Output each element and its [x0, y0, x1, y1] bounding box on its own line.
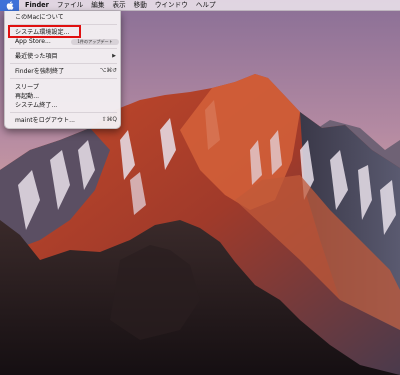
- keyboard-shortcut: ⇧⌘Q: [101, 117, 117, 123]
- menu-item-label: システム終了...: [15, 102, 58, 109]
- annotation-highlight-box: [8, 25, 81, 38]
- menu-go[interactable]: 移動: [130, 0, 151, 11]
- menu-item-sleep[interactable]: スリープ: [5, 83, 122, 92]
- menu-item-label: maintをログアウト...: [15, 117, 75, 124]
- menu-item-label: Finderを強制終了: [15, 68, 65, 75]
- menu-file[interactable]: ファイル: [53, 0, 87, 11]
- menu-help[interactable]: ヘルプ: [192, 0, 220, 11]
- menu-edit[interactable]: 編集: [87, 0, 108, 11]
- menu-separator: [10, 112, 117, 113]
- menu-item-label: 再起動...: [15, 93, 40, 100]
- menu-separator: [10, 78, 117, 79]
- menu-item-label: このMacについて: [15, 14, 64, 21]
- menu-item-about-this-mac[interactable]: このMacについて: [5, 13, 122, 22]
- submenu-arrow-icon: ▶: [112, 53, 116, 59]
- update-badge: 1件のアップデート: [71, 38, 119, 45]
- menu-view[interactable]: 表示: [108, 0, 129, 11]
- menu-item-label: スリープ: [15, 84, 40, 91]
- menu-item-app-store[interactable]: App Store... 1件のアップデート: [5, 37, 122, 46]
- apple-logo-icon: [6, 0, 13, 10]
- menu-item-logout[interactable]: maintをログアウト... ⇧⌘Q: [5, 116, 122, 125]
- menu-window[interactable]: ウインドウ: [151, 0, 192, 11]
- menu-bar: Finder ファイル 編集 表示 移動 ウインドウ ヘルプ: [0, 0, 400, 11]
- menu-item-recent-items[interactable]: 最近使った項目 ▶: [5, 52, 122, 61]
- menu-finder[interactable]: Finder: [19, 0, 53, 11]
- menu-item-label: App Store...: [15, 38, 51, 45]
- menu-item-shutdown[interactable]: システム終了...: [5, 101, 122, 110]
- apple-menu-button[interactable]: [0, 0, 19, 11]
- keyboard-shortcut: ⌥⌘↺: [99, 68, 117, 74]
- menu-separator: [10, 48, 117, 49]
- menu-separator: [10, 63, 117, 64]
- menu-item-force-quit[interactable]: Finderを強制終了 ⌥⌘↺: [5, 67, 122, 76]
- menu-item-restart[interactable]: 再起動...: [5, 92, 122, 101]
- menu-item-label: 最近使った項目: [15, 53, 58, 60]
